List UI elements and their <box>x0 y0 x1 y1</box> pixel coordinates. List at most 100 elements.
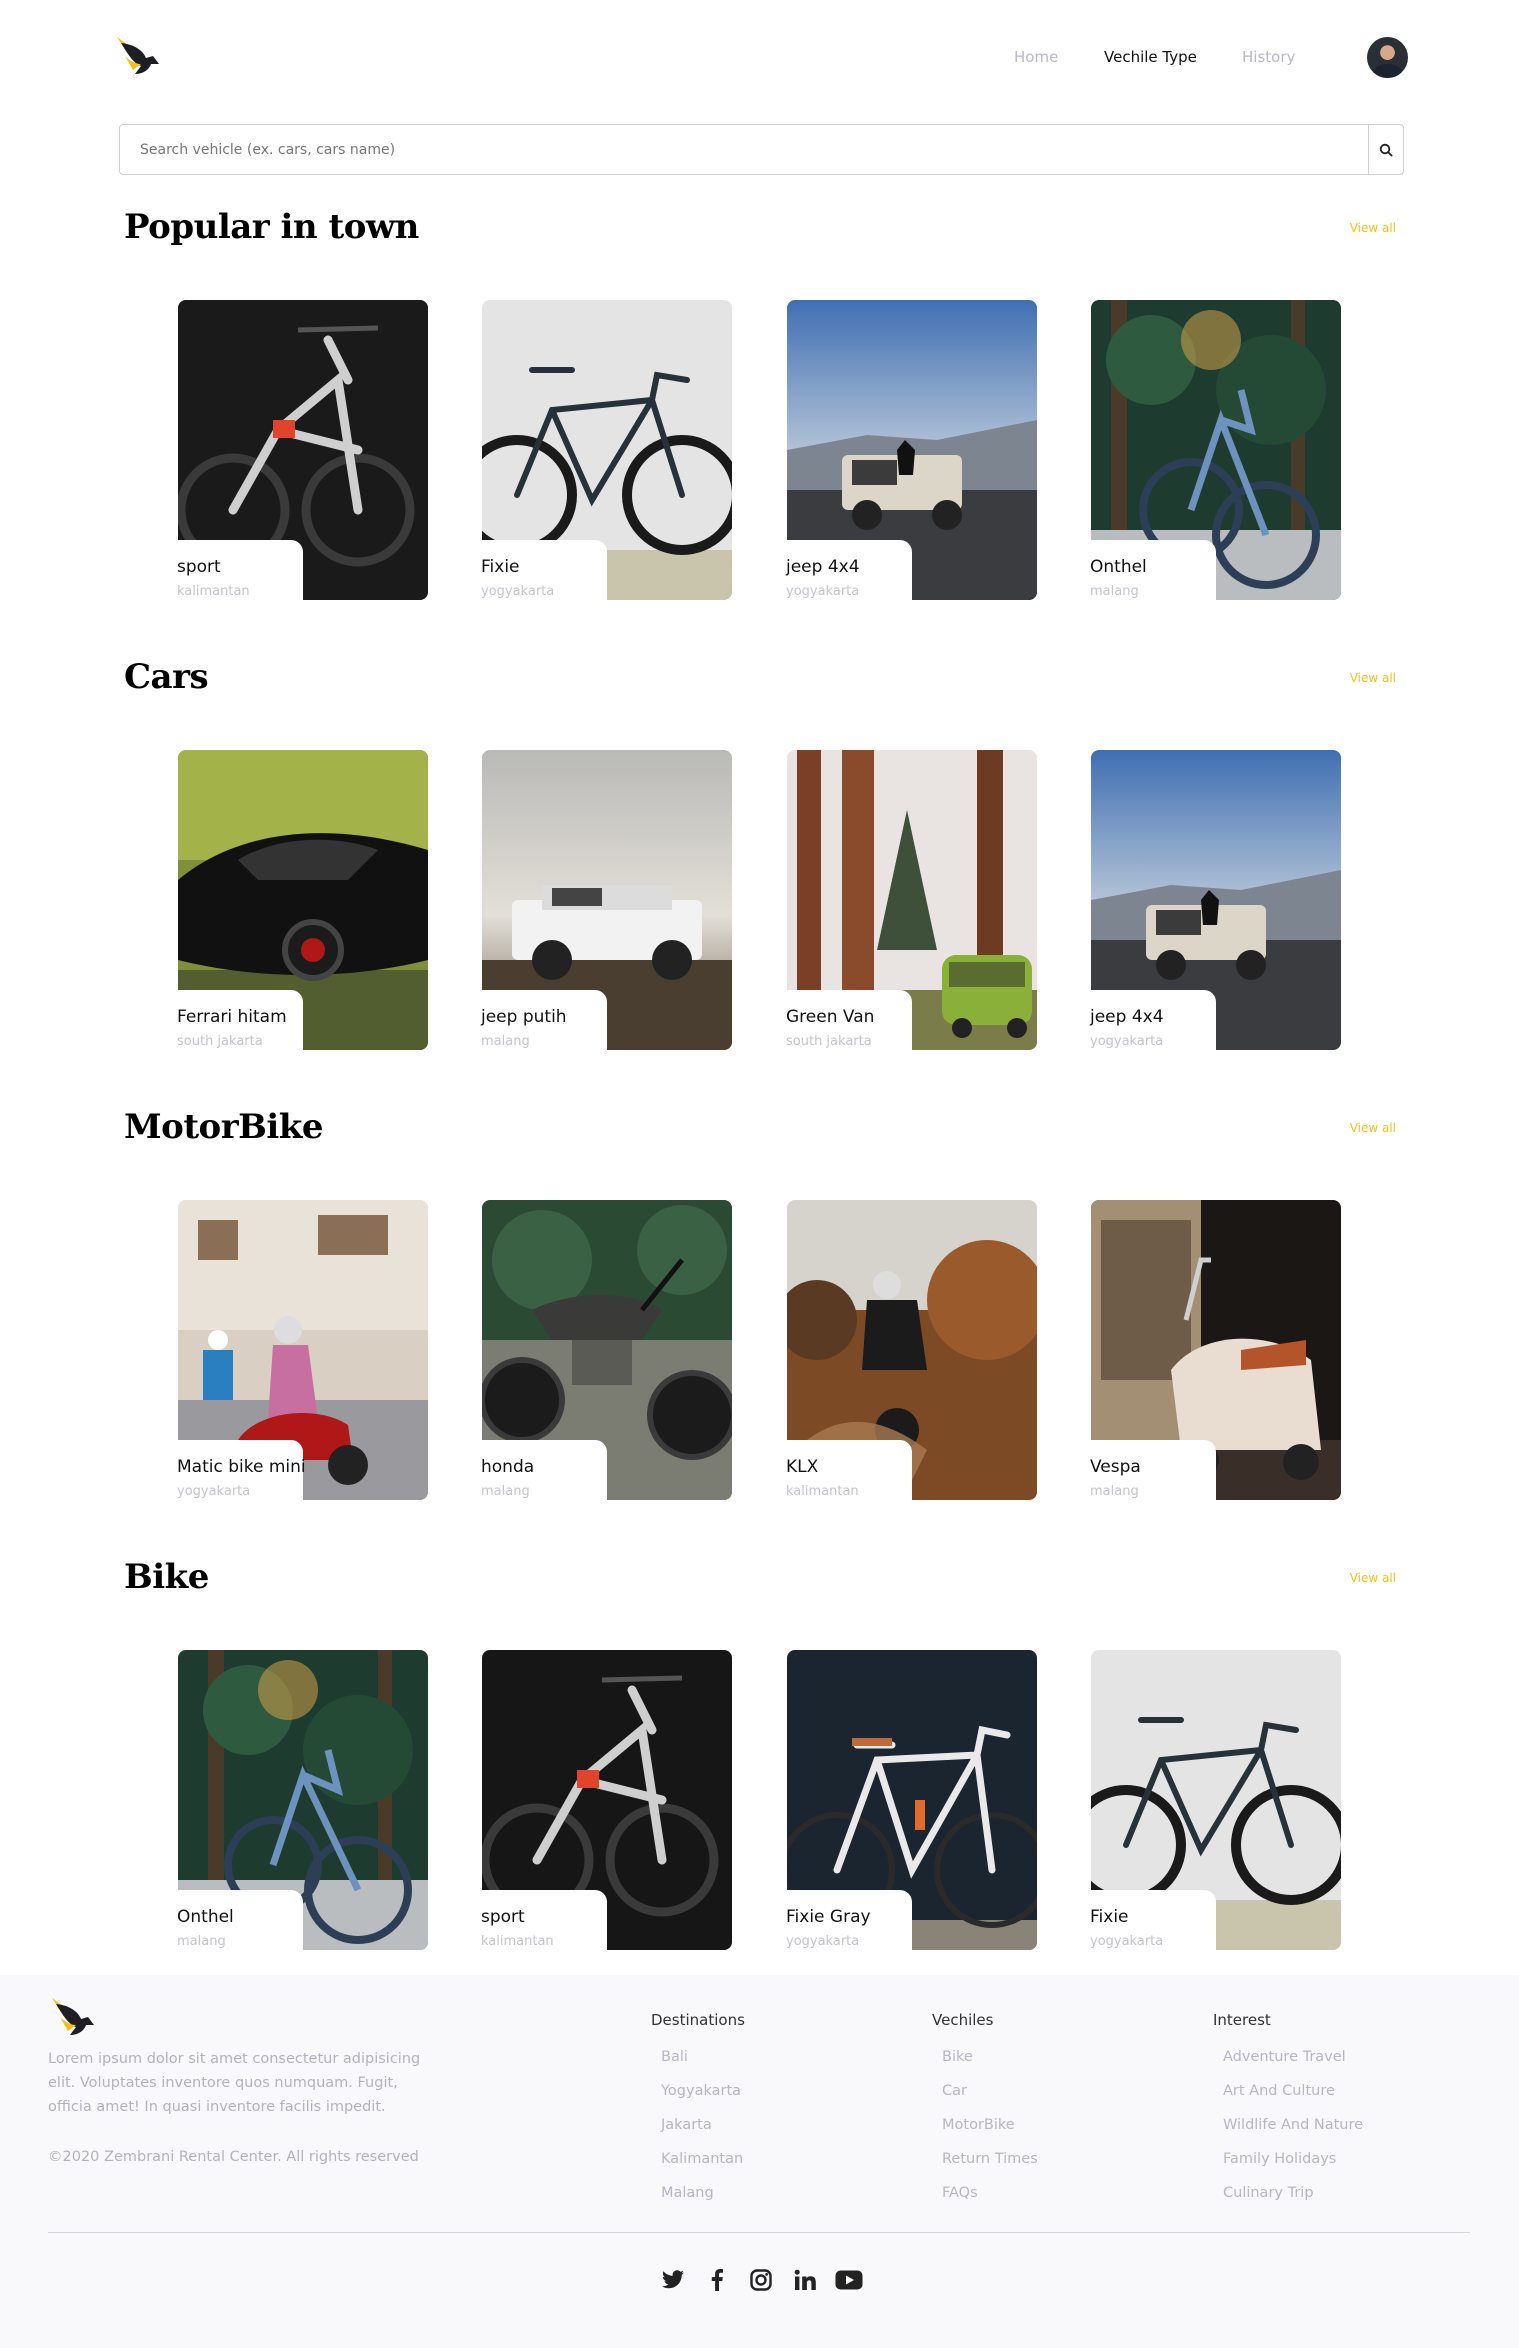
vehicle-card[interactable]: jeep 4x4 yogyakarta <box>1090 750 1341 1054</box>
vehicle-location: kalimantan <box>786 1484 859 1499</box>
card-caption: jeep 4x4 yogyakarta <box>786 540 912 604</box>
search-icon <box>1379 143 1393 157</box>
footer-link[interactable]: Culinary Trip <box>1213 2181 1363 2215</box>
footer-copyright: ©2020 Zembrani Rental Center. All rights… <box>48 2149 419 2165</box>
vehicle-card[interactable]: Green Van south jakarta <box>786 750 1037 1054</box>
footer-link[interactable]: Jakarta <box>651 2113 745 2147</box>
footer-link[interactable]: Art And Culture <box>1213 2079 1363 2113</box>
footer-column-title: Vechiles <box>932 2011 994 2029</box>
card-caption: Matic bike mini yogyakarta <box>177 1440 306 1504</box>
footer-column-title: Interest <box>1213 2011 1271 2029</box>
section-cars: Cars View all Ferrari hitam south jakart… <box>0 657 1519 1107</box>
search-button[interactable] <box>1368 125 1403 174</box>
section-title: Bike <box>124 1557 209 1597</box>
section-popular: Popular in town View all sport kalimanta… <box>0 207 1519 657</box>
vehicle-name: Fixie <box>481 557 520 577</box>
facebook-icon[interactable] <box>702 2265 732 2295</box>
vehicle-name: jeep 4x4 <box>1090 1007 1164 1027</box>
vehicle-location: malang <box>481 1034 530 1049</box>
linkedin-icon[interactable] <box>790 2265 820 2295</box>
vehicle-location: malang <box>1090 584 1139 599</box>
vehicle-card[interactable]: Fixie yogyakarta <box>481 300 732 604</box>
vehicle-card[interactable]: Onthel malang <box>1090 300 1341 604</box>
vehicle-card[interactable]: Matic bike mini yogyakarta <box>177 1200 428 1504</box>
nav-vehicle-type[interactable]: Vechile Type <box>1104 48 1242 66</box>
footer-divider <box>48 2232 1470 2233</box>
brand-logo-icon[interactable] <box>113 34 163 78</box>
vehicle-card[interactable]: KLX kalimantan <box>786 1200 1037 1504</box>
vehicle-name: sport <box>177 557 221 577</box>
vehicle-card[interactable]: jeep putih malang <box>481 750 732 1054</box>
footer-link[interactable]: Bali <box>651 2045 745 2079</box>
footer-link[interactable]: FAQs <box>932 2181 1038 2215</box>
vehicle-card[interactable]: honda malang <box>481 1200 732 1504</box>
view-all-link[interactable]: View all <box>1350 671 1396 685</box>
card-caption: Onthel malang <box>177 1890 303 1954</box>
footer-link[interactable]: Malang <box>651 2181 745 2215</box>
footer-link[interactable]: Kalimantan <box>651 2147 745 2181</box>
vehicle-name: Matic bike mini <box>177 1457 306 1477</box>
footer: Lorem ipsum dolor sit amet consectetur a… <box>0 1975 1519 2348</box>
footer-link[interactable]: Car <box>932 2079 1038 2113</box>
footer-logo-icon[interactable] <box>48 1995 98 2039</box>
main-nav: Home Vechile Type History <box>1014 48 1295 66</box>
vehicle-card[interactable]: Ferrari hitam south jakarta <box>177 750 428 1054</box>
youtube-icon[interactable] <box>834 2265 864 2295</box>
vehicle-card[interactable]: jeep 4x4 yogyakarta <box>786 300 1037 604</box>
vehicle-location: yogyakarta <box>1090 1934 1164 1949</box>
footer-link[interactable]: Family Holidays <box>1213 2147 1363 2181</box>
vehicle-location: south jakarta <box>786 1034 872 1049</box>
vehicle-name: honda <box>481 1457 535 1477</box>
vehicle-name: Fixie <box>1090 1907 1129 1927</box>
footer-link[interactable]: Yogyakarta <box>651 2079 745 2113</box>
vehicle-location: kalimantan <box>481 1934 554 1949</box>
footer-column-vehicles: Vechiles Bike Car MotorBike Return Times… <box>932 2011 1038 2215</box>
footer-link[interactable]: Return Times <box>932 2147 1038 2181</box>
card-caption: Green Van south jakarta <box>786 990 912 1054</box>
vehicle-card[interactable]: sport kalimantan <box>177 300 428 604</box>
nav-home[interactable]: Home <box>1014 48 1104 66</box>
vehicle-location: malang <box>481 1484 530 1499</box>
card-caption: jeep 4x4 yogyakarta <box>1090 990 1216 1054</box>
vehicle-name: jeep putih <box>481 1007 567 1027</box>
vehicle-name: sport <box>481 1907 525 1927</box>
instagram-icon[interactable] <box>746 2265 776 2295</box>
footer-link[interactable]: MotorBike <box>932 2113 1038 2147</box>
section-title: MotorBike <box>124 1107 323 1147</box>
card-caption: Fixie yogyakarta <box>481 540 607 604</box>
vehicle-location: south jakarta <box>177 1034 263 1049</box>
view-all-link[interactable]: View all <box>1350 1121 1396 1135</box>
vehicle-card[interactable]: Vespa malang <box>1090 1200 1341 1504</box>
vehicle-card[interactable]: Onthel malang <box>177 1650 428 1954</box>
card-caption: sport kalimantan <box>481 1890 607 1954</box>
vehicle-name: Onthel <box>1090 557 1147 577</box>
section-motorbike: MotorBike View all Matic bike mini yogya… <box>0 1107 1519 1557</box>
vehicle-name: Green Van <box>786 1007 875 1027</box>
view-all-link[interactable]: View all <box>1350 221 1396 235</box>
social-links <box>658 2265 878 2295</box>
nav-history[interactable]: History <box>1242 48 1295 66</box>
twitter-icon[interactable] <box>658 2265 688 2295</box>
card-caption: Ferrari hitam south jakarta <box>177 990 303 1054</box>
search-input[interactable] <box>120 125 1358 174</box>
vehicle-card[interactable]: Fixie yogyakarta <box>1090 1650 1341 1954</box>
vehicle-location: malang <box>1090 1484 1139 1499</box>
vehicle-card[interactable]: Fixie Gray yogyakarta <box>786 1650 1037 1954</box>
vehicle-name: jeep 4x4 <box>786 557 860 577</box>
vehicle-name: Fixie Gray <box>786 1907 871 1927</box>
footer-link[interactable]: Wildlife And Nature <box>1213 2113 1363 2147</box>
footer-link[interactable]: Adventure Travel <box>1213 2045 1363 2079</box>
user-avatar[interactable] <box>1367 37 1408 78</box>
section-title: Cars <box>124 657 209 697</box>
footer-link[interactable]: Bike <box>932 2045 1038 2079</box>
header: Home Vechile Type History <box>0 0 1519 116</box>
card-caption: sport kalimantan <box>177 540 303 604</box>
card-caption: Onthel malang <box>1090 540 1216 604</box>
card-caption: Fixie yogyakarta <box>1090 1890 1216 1954</box>
vehicle-card[interactable]: sport kalimantan <box>481 1650 732 1954</box>
section-bike: Bike View all Onthel malang sport kalima… <box>0 1557 1519 2007</box>
footer-column-title: Destinations <box>651 2011 745 2029</box>
card-caption: KLX kalimantan <box>786 1440 912 1504</box>
card-caption: honda malang <box>481 1440 607 1504</box>
view-all-link[interactable]: View all <box>1350 1571 1396 1585</box>
